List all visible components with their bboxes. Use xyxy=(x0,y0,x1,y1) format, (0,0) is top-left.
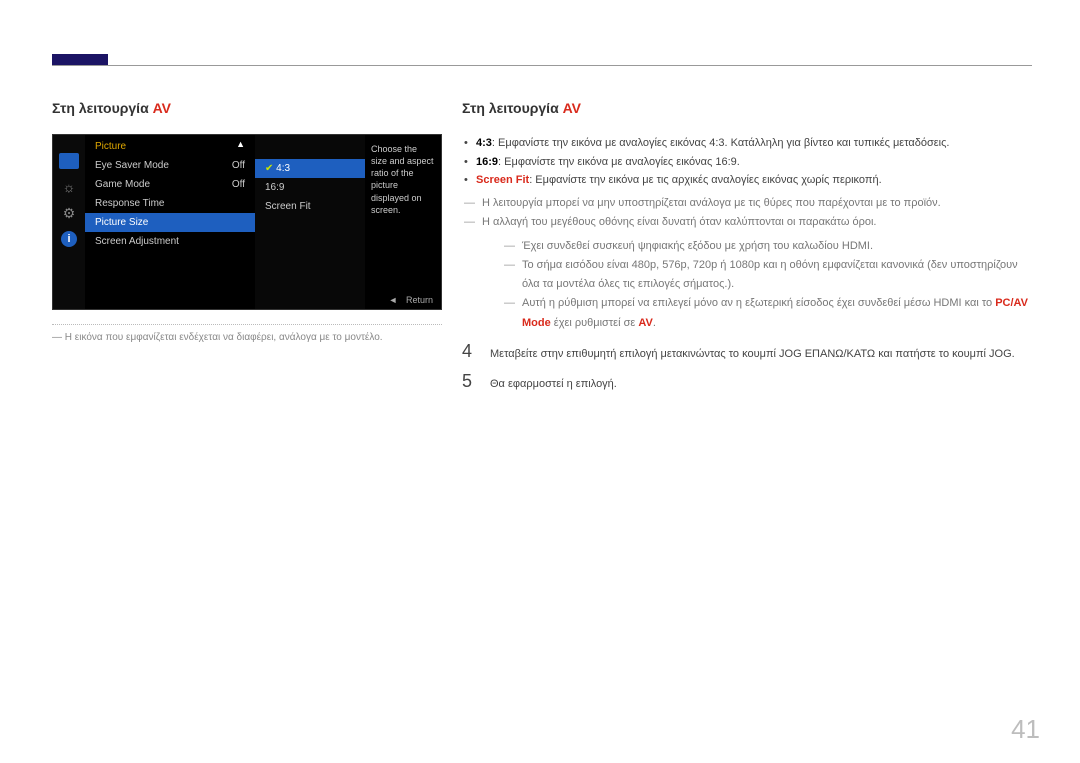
osd-item-value: Off xyxy=(232,179,245,190)
bullet-16-9: 16:9: Εμφανίστε την εικόνα με αναλογίες … xyxy=(462,153,1032,172)
monitor-icon xyxy=(59,153,79,169)
bullet-screen-fit: Screen Fit: Εμφανίστε την εικόνα με τις … xyxy=(462,171,1032,190)
osd-sub-screen-fit: Screen Fit xyxy=(255,197,365,216)
osd-caption: ― Η εικόνα που εμφανίζεται ενδέχεται να … xyxy=(52,324,442,345)
av-label: AV xyxy=(638,317,652,329)
up-arrow-icon: ▲ xyxy=(236,139,245,149)
osd-item-label: Game Mode xyxy=(95,179,150,190)
osd-screenshot: i Picture ▲ Eye Saver Mode Off Game Mode… xyxy=(52,134,442,310)
osd-item-picture-size: Picture Size xyxy=(85,213,255,232)
step-text: Μεταβείτε στην επιθυμητή επιλογή μετακιν… xyxy=(490,346,1015,364)
cond-pcav-a: Αυτή η ρύθμιση μπορεί να επιλεγεί μόνο α… xyxy=(522,297,995,309)
left-column: Στη λειτουργία AV i Picture ▲ Eye Saver … xyxy=(52,100,442,394)
page-number: 41 xyxy=(1011,714,1040,745)
left-heading-prefix: Στη λειτουργία xyxy=(52,100,153,116)
header-rule xyxy=(52,54,1032,66)
step-text: Θα εφαρμοστεί η επιλογή. xyxy=(490,376,617,394)
osd-description: Choose the size and aspect ratio of the … xyxy=(365,135,441,309)
bullet-text: : Εμφανίστε την εικόνα με αναλογίες εικό… xyxy=(492,137,950,149)
note-conditions-text: Η αλλαγή του μεγέθους οθόνης είναι δυνατ… xyxy=(482,216,876,228)
right-heading: Στη λειτουργία AV xyxy=(462,100,1032,116)
right-heading-prefix: Στη λειτουργία xyxy=(462,100,563,116)
cond-pcav-c: . xyxy=(653,317,656,329)
bullet-label: 16:9 xyxy=(476,156,498,168)
osd-item-label: Picture Size xyxy=(95,217,148,228)
osd-item-label: Response Time xyxy=(95,198,164,209)
osd-menu-list: Picture ▲ Eye Saver Mode Off Game Mode O… xyxy=(85,135,255,309)
osd-item-game-mode: Game Mode Off xyxy=(85,175,255,194)
note-conditions: Η αλλαγή του μεγέθους οθόνης είναι δυνατ… xyxy=(462,213,1032,333)
osd-sidebar: i xyxy=(53,135,85,309)
osd-submenu: 4:3 16:9 Screen Fit xyxy=(255,135,365,309)
osd-title: Picture xyxy=(85,141,255,156)
bullet-label: 4:3 xyxy=(476,137,492,149)
left-heading: Στη λειτουργία AV xyxy=(52,100,442,116)
osd-item-label: Screen Adjustment xyxy=(95,236,179,247)
osd-item-label: Eye Saver Mode xyxy=(95,160,169,171)
right-column: Στη λειτουργία AV 4:3: Εμφανίστε την εικ… xyxy=(462,100,1032,394)
step-number: 5 xyxy=(462,371,476,392)
right-heading-av: AV xyxy=(563,100,581,116)
info-icon: i xyxy=(61,231,77,247)
osd-item-value: Off xyxy=(232,160,245,171)
aspect-ratio-bullets: 4:3: Εμφανίστε την εικόνα με αναλογίες ε… xyxy=(462,134,1032,190)
cond-pcav: Αυτή η ρύθμιση μπορεί να επιλεγεί μόνο α… xyxy=(502,294,1032,333)
bullet-4-3: 4:3: Εμφανίστε την εικόνα με αναλογίες ε… xyxy=(462,134,1032,153)
caption-dash: ― xyxy=(52,332,62,343)
left-heading-av: AV xyxy=(153,100,171,116)
osd-main: Picture ▲ Eye Saver Mode Off Game Mode O… xyxy=(85,135,441,309)
step-5: 5 Θα εφαρμοστεί η επιλογή. xyxy=(462,371,1032,394)
bullet-label: Screen Fit xyxy=(476,174,529,186)
bullet-text: : Εμφανίστε την εικόνα με αναλογίες εικό… xyxy=(498,156,740,168)
brightness-icon xyxy=(59,179,79,195)
cond-signal: Το σήμα εισόδου είναι 480p, 576p, 720p ή… xyxy=(502,256,1032,295)
caption-text: Η εικόνα που εμφανίζεται ενδέχεται να δι… xyxy=(65,332,383,343)
note-ports: Η λειτουργία μπορεί να μην υποστηρίζεται… xyxy=(462,194,1032,213)
osd-item-screen-adjustment: Screen Adjustment xyxy=(85,232,255,251)
gear-icon xyxy=(59,205,79,221)
osd-sub-4-3: 4:3 xyxy=(255,159,365,178)
osd-sub-16-9: 16:9 xyxy=(255,178,365,197)
osd-item-eye-saver: Eye Saver Mode Off xyxy=(85,156,255,175)
cond-hdmi: Έχει συνδεθεί συσκευή ψηφιακής εξόδου με… xyxy=(502,237,1032,256)
left-arrow-icon: ◄ xyxy=(389,295,398,305)
cond-pcav-b: έχει ρυθμιστεί σε xyxy=(551,317,639,329)
header-line xyxy=(52,65,1032,66)
step-number: 4 xyxy=(462,341,476,362)
page-content: Στη λειτουργία AV i Picture ▲ Eye Saver … xyxy=(52,100,1032,394)
bullet-text: : Εμφανίστε την εικόνα με τις αρχικές αν… xyxy=(529,174,881,186)
steps: 4 Μεταβείτε στην επιθυμητή επιλογή μετακ… xyxy=(462,341,1032,394)
osd-footer: ◄ Return xyxy=(389,295,433,305)
osd-item-response-time: Response Time xyxy=(85,194,255,213)
header-accent xyxy=(52,54,108,65)
notes-list: Η λειτουργία μπορεί να μην υποστηρίζεται… xyxy=(462,194,1032,333)
step-4: 4 Μεταβείτε στην επιθυμητή επιλογή μετακ… xyxy=(462,341,1032,364)
osd-return-label: Return xyxy=(406,295,433,305)
conditions-sublist: Έχει συνδεθεί συσκευή ψηφιακής εξόδου με… xyxy=(482,237,1032,333)
